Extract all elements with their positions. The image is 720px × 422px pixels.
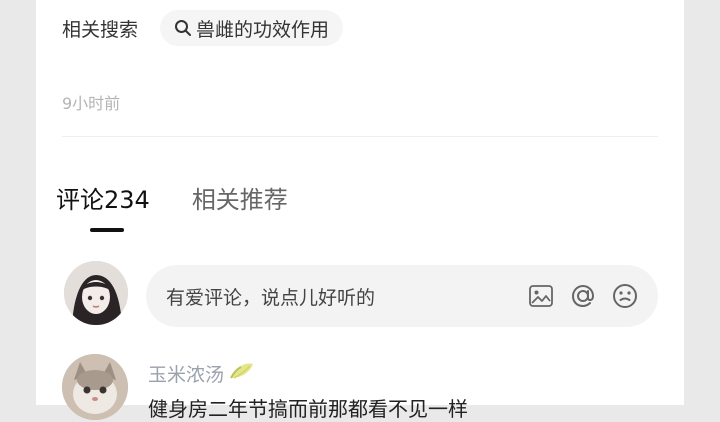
comment-text: 健身房二年节搞而前那都看不见一样 <box>148 397 468 421</box>
emoji-icon[interactable] <box>610 281 640 311</box>
corn-emoji-icon <box>228 360 256 387</box>
tab-comments[interactable]: 评论234 <box>56 180 150 215</box>
current-user-avatar[interactable] <box>64 261 128 325</box>
image-icon[interactable] <box>526 281 556 311</box>
post-timestamp: 9小时前 <box>62 94 121 113</box>
related-search-row: 相关搜索 兽雌的功效作用 <box>62 8 344 48</box>
divider <box>62 136 658 137</box>
comment-input-placeholder: 有爱评论，说点儿好听的 <box>166 286 376 309</box>
comment-tabs: 评论234 相关推荐 <box>56 180 288 215</box>
search-icon <box>174 19 192 37</box>
comment-input[interactable]: 有爱评论，说点儿好听的 <box>146 265 658 327</box>
active-tab-indicator <box>90 228 124 232</box>
at-icon[interactable] <box>568 281 598 311</box>
comment-username-text: 玉米浓汤 <box>148 364 225 386</box>
related-search-chip[interactable]: 兽雌的功效作用 <box>160 10 344 46</box>
tab-related-recommend[interactable]: 相关推荐 <box>192 180 288 215</box>
related-search-label: 相关搜索 <box>62 18 139 41</box>
related-search-chip-text: 兽雌的功效作用 <box>196 18 330 41</box>
comment-username[interactable]: 玉米浓汤 <box>148 360 256 387</box>
commenter-avatar[interactable] <box>62 354 128 420</box>
